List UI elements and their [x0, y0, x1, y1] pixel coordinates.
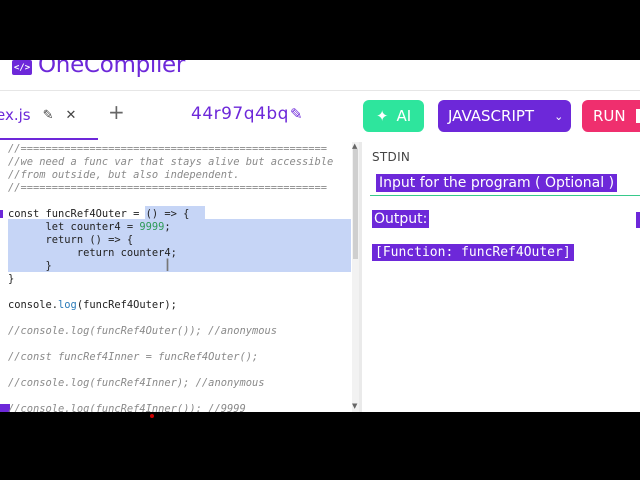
code-token: ; — [164, 221, 171, 233]
code-line: const funcRef4Outer = () => { — [8, 208, 190, 220]
active-tab-indicator — [0, 138, 98, 140]
code-line: return () => { — [8, 234, 134, 246]
stdin-input[interactable]: Input for the program ( Optional ) — [376, 174, 618, 192]
code-line: return counter4; — [8, 247, 177, 259]
code-line: //from outside, but also independent. — [8, 169, 240, 181]
code-line: //console.log(funcRef4Inner); //anonymou… — [8, 377, 265, 389]
stdin-underline — [370, 195, 640, 196]
close-icon[interactable]: ✕ — [66, 108, 77, 123]
logo-text[interactable]: OneCompiler — [38, 60, 185, 78]
code-line: //======================================… — [8, 182, 328, 194]
language-label: JAVASCRIPT — [448, 107, 535, 125]
code-line: console.log(funcRef4Outer); — [8, 299, 177, 312]
run-button[interactable]: RUN — [582, 100, 640, 132]
run-icon — [635, 109, 640, 123]
io-panel: STDIN Input for the program ( Optional )… — [362, 142, 640, 412]
ai-button[interactable]: ✦ AI — [363, 100, 424, 132]
code-line: //======================================… — [8, 143, 328, 155]
scrollbar-thumb[interactable] — [353, 149, 358, 259]
file-tab[interactable]: ex.js ✎ ✕ — [0, 91, 88, 139]
add-file-button[interactable]: + — [108, 100, 125, 124]
logo-icon[interactable]: </> — [12, 60, 32, 75]
file-tab-label[interactable]: ex.js — [0, 106, 31, 124]
app-window: </> OneCompiler ex.js ✎ ✕ + 44r97q4bq ✎ … — [0, 60, 640, 412]
code-line: } — [8, 273, 15, 285]
toolbar: ex.js ✎ ✕ + 44r97q4bq ✎ ✦ AI JAVASCRIPT … — [0, 91, 640, 141]
scroll-down-icon[interactable]: ▼ — [352, 402, 357, 410]
code-token: console. — [8, 299, 59, 311]
code-line: let counter4 = 9999; — [8, 221, 171, 234]
project-id[interactable]: 44r97q4bq — [191, 104, 289, 124]
code-line: //console.log(funcRef4Inner()); //9999 — [8, 403, 246, 412]
code-line: //we need a func var that stays alive bu… — [8, 156, 334, 168]
code-token: let counter4 = — [8, 221, 140, 233]
gutter-marker — [0, 210, 3, 218]
code-token: log — [58, 299, 77, 311]
stdin-label: STDIN — [372, 150, 411, 164]
code-token: (funcRef4Outer); — [76, 299, 177, 311]
pencil-icon[interactable]: ✎ — [290, 105, 303, 123]
ai-button-label: AI — [396, 107, 412, 125]
run-button-label: RUN — [593, 107, 626, 125]
sparkle-icon: ✦ — [375, 107, 389, 125]
code-token: 9999 — [139, 221, 165, 233]
output-text: [Function: funcRef4Outer] — [372, 244, 574, 261]
pencil-icon[interactable]: ✎ — [43, 108, 54, 123]
code-editor[interactable]: //======================================… — [0, 142, 352, 412]
output-label: Output: — [372, 210, 430, 228]
code-line: //console.log(funcRef4Outer()); //anonym… — [8, 325, 277, 337]
text-cursor-icon: I — [165, 256, 171, 276]
chevron-down-icon: ⌄ — [554, 109, 564, 123]
code-line: //const funcRef4Inner = funcRef4Outer(); — [8, 351, 259, 363]
editor-scrollbar[interactable]: ▲ ▼ — [352, 142, 359, 412]
header: </> OneCompiler — [0, 60, 640, 90]
language-select[interactable]: JAVASCRIPT ⌄ — [438, 100, 571, 132]
status-dot — [150, 414, 154, 418]
selection-marker — [636, 212, 640, 228]
code-line: } — [8, 260, 52, 272]
